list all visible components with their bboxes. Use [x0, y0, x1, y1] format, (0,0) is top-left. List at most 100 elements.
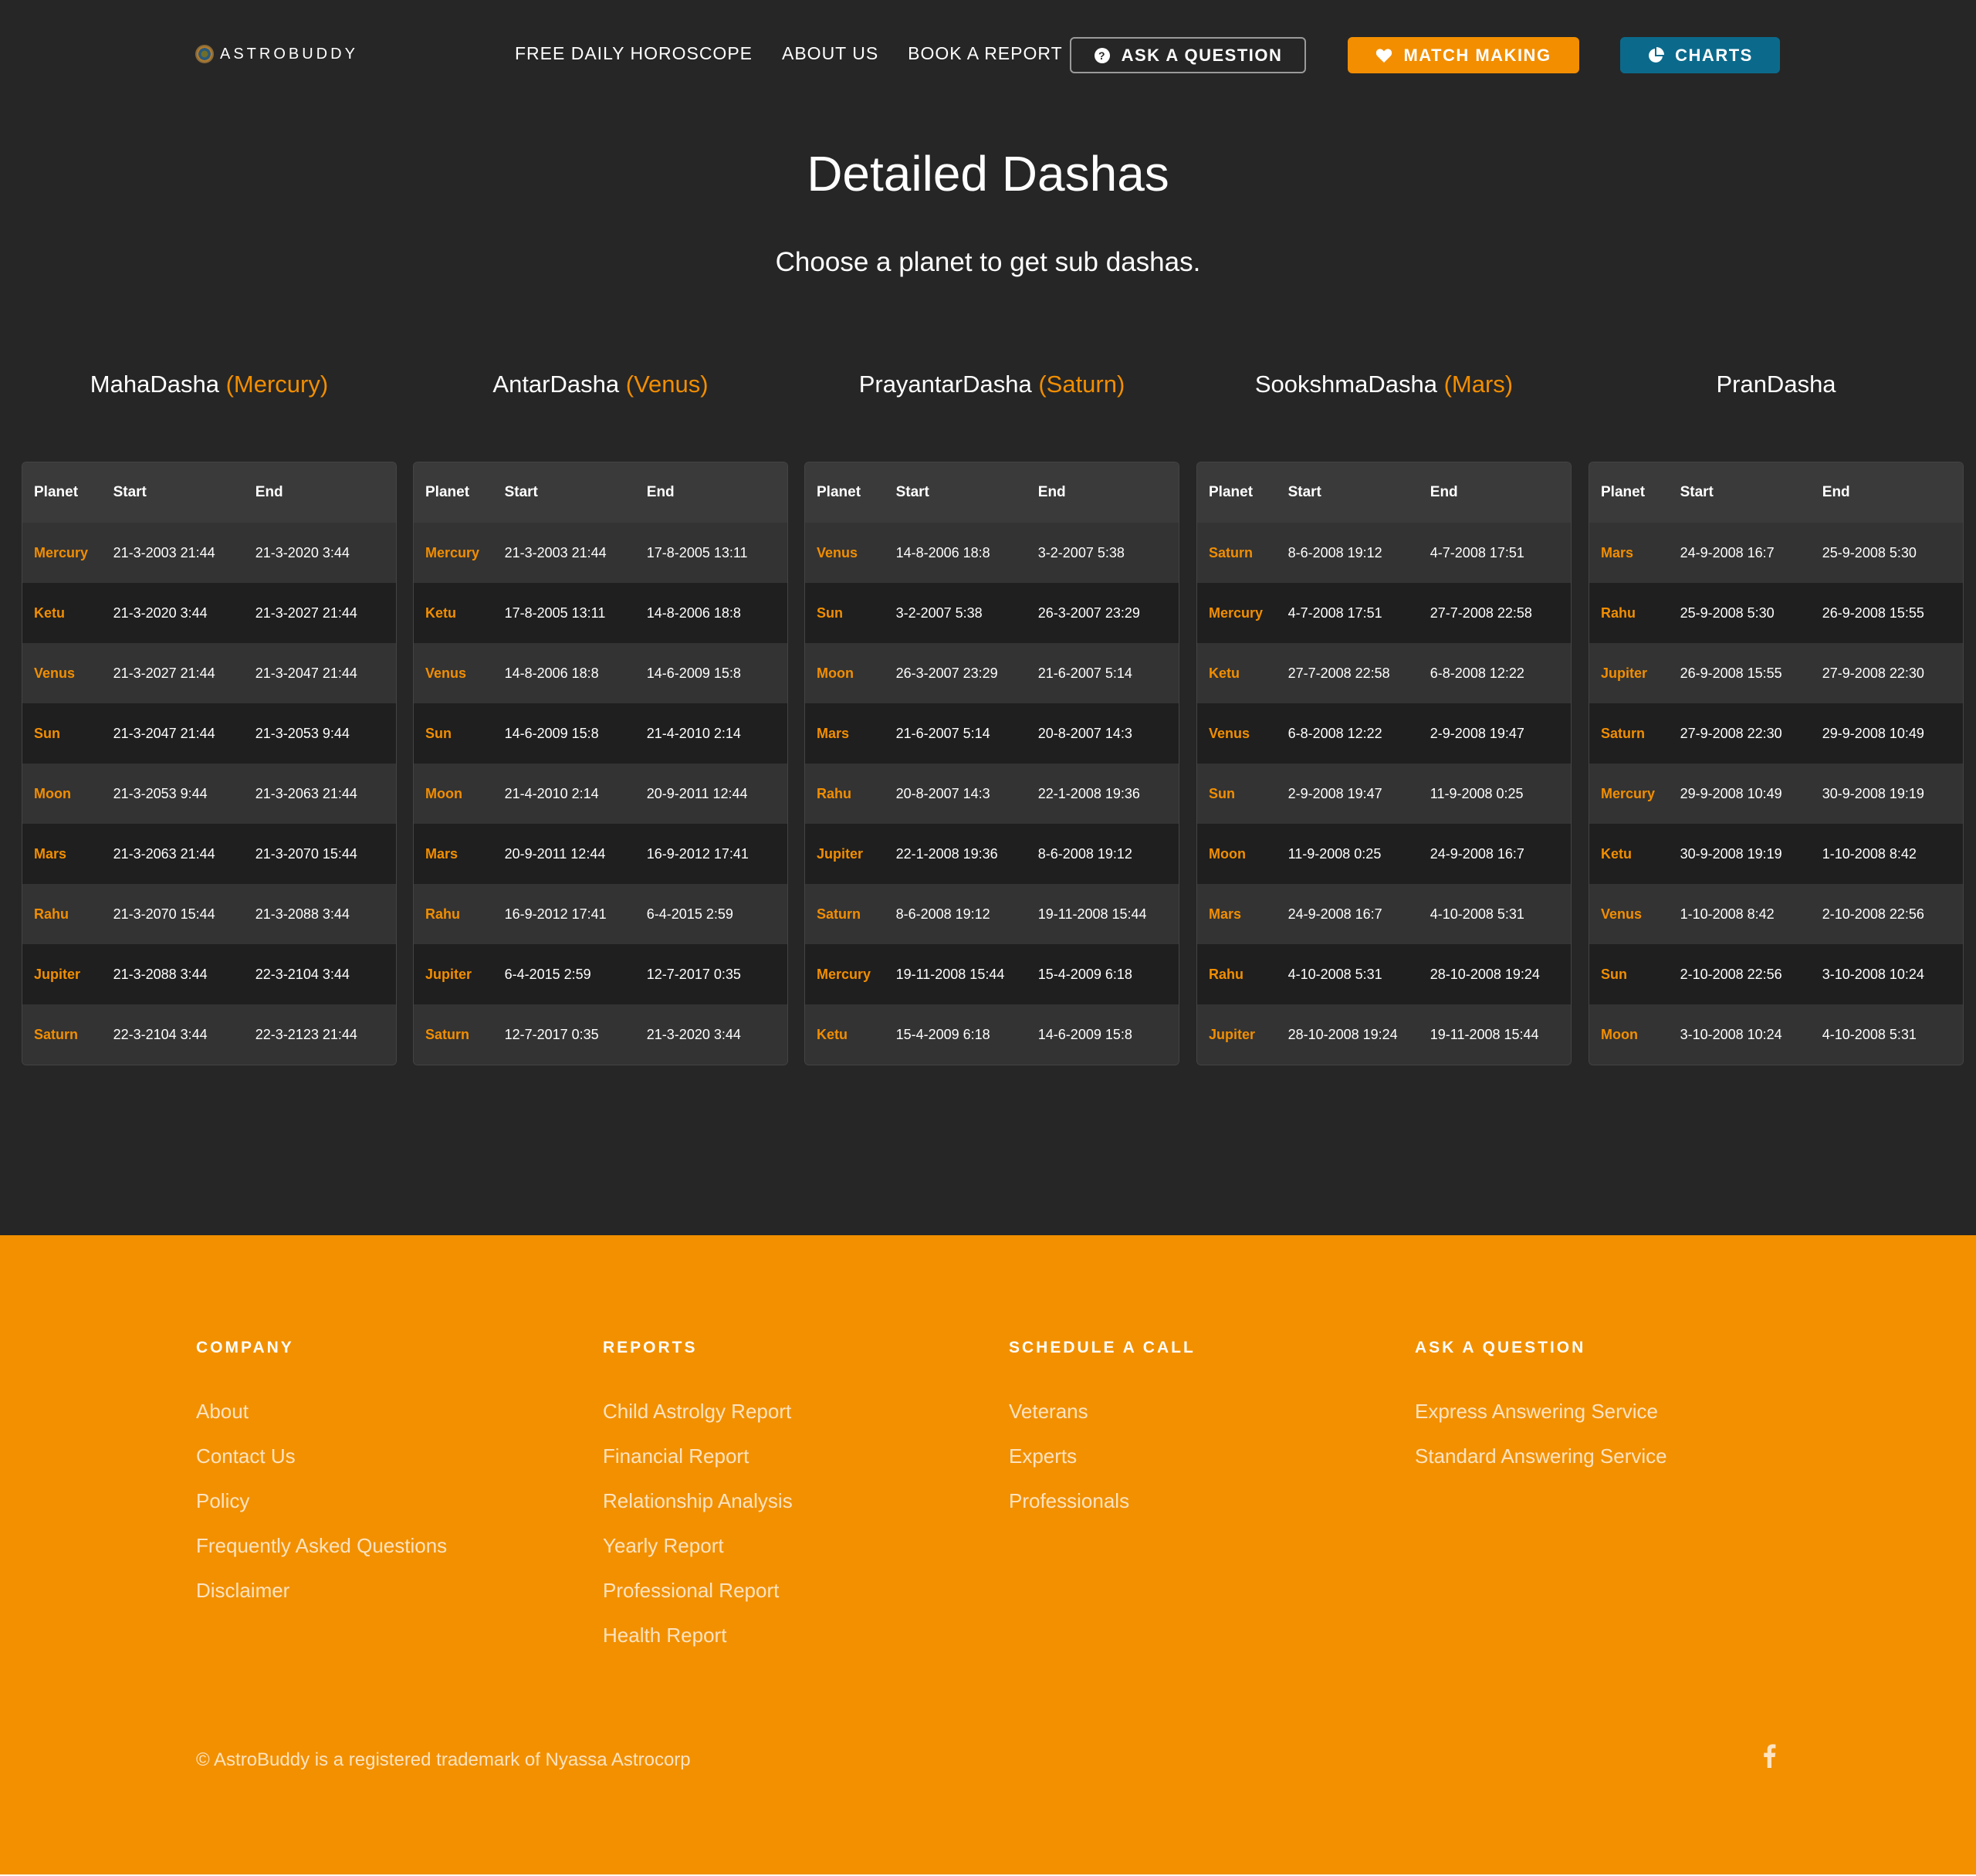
planet-cell[interactable]: Mercury	[1197, 605, 1288, 621]
table-row[interactable]: Mercury 21-3-2003 21:44 21-3-2020 3:44	[22, 523, 396, 583]
planet-cell[interactable]: Moon	[22, 786, 113, 802]
planet-cell[interactable]: Saturn	[805, 906, 896, 923]
planet-cell[interactable]: Rahu	[22, 906, 113, 923]
table-row[interactable]: Venus 21-3-2027 21:44 21-3-2047 21:44	[22, 643, 396, 703]
table-row[interactable]: Saturn 8-6-2008 19:12 4-7-2008 17:51	[1197, 523, 1571, 583]
footer-link[interactable]: Frequently Asked Questions	[196, 1534, 447, 1579]
planet-cell[interactable]: Rahu	[1589, 605, 1680, 621]
planet-cell[interactable]: Saturn	[414, 1027, 505, 1043]
table-row[interactable]: Mars 24-9-2008 16:7 4-10-2008 5:31	[1197, 884, 1571, 944]
table-row[interactable]: Saturn 8-6-2008 19:12 19-11-2008 15:44	[805, 884, 1179, 944]
table-row[interactable]: Moon 11-9-2008 0:25 24-9-2008 16:7	[1197, 824, 1571, 884]
table-row[interactable]: Rahu 20-8-2007 14:3 22-1-2008 19:36	[805, 764, 1179, 824]
planet-cell[interactable]: Moon	[414, 786, 505, 802]
table-row[interactable]: Moon 26-3-2007 23:29 21-6-2007 5:14	[805, 643, 1179, 703]
table-row[interactable]: Mercury 19-11-2008 15:44 15-4-2009 6:18	[805, 944, 1179, 1004]
table-row[interactable]: Mars 21-6-2007 5:14 20-8-2007 14:3	[805, 703, 1179, 764]
footer-link[interactable]: Veterans	[1009, 1400, 1196, 1444]
planet-cell[interactable]: Venus	[22, 665, 113, 682]
footer-link[interactable]: Yearly Report	[603, 1534, 793, 1579]
footer-link[interactable]: Standard Answering Service	[1415, 1444, 1667, 1489]
table-row[interactable]: Ketu 21-3-2020 3:44 21-3-2027 21:44	[22, 583, 396, 643]
nav-book-a-report[interactable]: BOOK A REPORT	[908, 43, 1062, 64]
table-row[interactable]: Mercury 4-7-2008 17:51 27-7-2008 22:58	[1197, 583, 1571, 643]
planet-cell[interactable]: Saturn	[1197, 545, 1288, 561]
table-row[interactable]: Ketu 30-9-2008 19:19 1-10-2008 8:42	[1589, 824, 1963, 884]
footer-link[interactable]: Health Report	[603, 1624, 793, 1668]
planet-cell[interactable]: Rahu	[1197, 967, 1288, 983]
table-row[interactable]: Mercury 21-3-2003 21:44 17-8-2005 13:11	[414, 523, 787, 583]
table-row[interactable]: Sun 21-3-2047 21:44 21-3-2053 9:44	[22, 703, 396, 764]
table-row[interactable]: Moon 21-3-2053 9:44 21-3-2063 21:44	[22, 764, 396, 824]
footer-link[interactable]: Express Answering Service	[1415, 1400, 1667, 1444]
match-making-button[interactable]: MATCH MAKING	[1348, 37, 1579, 73]
table-row[interactable]: Rahu 4-10-2008 5:31 28-10-2008 19:24	[1197, 944, 1571, 1004]
ask-question-button[interactable]: ? ASK A QUESTION	[1070, 37, 1306, 73]
planet-cell[interactable]: Saturn	[1589, 726, 1680, 742]
planet-cell[interactable]: Venus	[1197, 726, 1288, 742]
table-row[interactable]: Mars 24-9-2008 16:7 25-9-2008 5:30	[1589, 523, 1963, 583]
table-row[interactable]: Saturn 12-7-2017 0:35 21-3-2020 3:44	[414, 1004, 787, 1065]
charts-button[interactable]: CHARTS	[1620, 37, 1780, 73]
planet-cell[interactable]: Sun	[1197, 786, 1288, 802]
table-row[interactable]: Rahu 21-3-2070 15:44 21-3-2088 3:44	[22, 884, 396, 944]
planet-cell[interactable]: Mars	[805, 726, 896, 742]
planet-cell[interactable]: Ketu	[805, 1027, 896, 1043]
planet-cell[interactable]: Jupiter	[414, 967, 505, 983]
table-row[interactable]: Venus 14-8-2006 18:8 3-2-2007 5:38	[805, 523, 1179, 583]
planet-cell[interactable]: Jupiter	[22, 967, 113, 983]
footer-link[interactable]: Financial Report	[603, 1444, 793, 1489]
planet-cell[interactable]: Mercury	[1589, 786, 1680, 802]
footer-link[interactable]: Child Astrolgy Report	[603, 1400, 793, 1444]
planet-cell[interactable]: Moon	[805, 665, 896, 682]
planet-cell[interactable]: Mars	[22, 846, 113, 862]
nav-free-daily-horoscope[interactable]: FREE DAILY HOROSCOPE	[515, 43, 753, 64]
table-row[interactable]: Ketu 27-7-2008 22:58 6-8-2008 12:22	[1197, 643, 1571, 703]
planet-cell[interactable]: Sun	[805, 605, 896, 621]
table-row[interactable]: Jupiter 21-3-2088 3:44 22-3-2104 3:44	[22, 944, 396, 1004]
planet-cell[interactable]: Sun	[22, 726, 113, 742]
nav-about-us[interactable]: ABOUT US	[782, 43, 878, 64]
planet-cell[interactable]: Mercury	[414, 545, 505, 561]
footer-link[interactable]: Disclaimer	[196, 1579, 447, 1624]
logo[interactable]: ASTROBUDDY	[195, 45, 358, 63]
planet-cell[interactable]: Jupiter	[1589, 665, 1680, 682]
table-row[interactable]: Jupiter 6-4-2015 2:59 12-7-2017 0:35	[414, 944, 787, 1004]
planet-cell[interactable]: Venus	[1589, 906, 1680, 923]
planet-cell[interactable]: Mars	[414, 846, 505, 862]
table-row[interactable]: Ketu 17-8-2005 13:11 14-8-2006 18:8	[414, 583, 787, 643]
table-row[interactable]: Moon 3-10-2008 10:24 4-10-2008 5:31	[1589, 1004, 1963, 1065]
table-row[interactable]: Ketu 15-4-2009 6:18 14-6-2009 15:8	[805, 1004, 1179, 1065]
planet-cell[interactable]: Rahu	[805, 786, 896, 802]
footer-link[interactable]: Contact Us	[196, 1444, 447, 1489]
table-row[interactable]: Rahu 25-9-2008 5:30 26-9-2008 15:55	[1589, 583, 1963, 643]
table-row[interactable]: Saturn 27-9-2008 22:30 29-9-2008 10:49	[1589, 703, 1963, 764]
planet-cell[interactable]: Mercury	[22, 545, 113, 561]
footer-link[interactable]: Experts	[1009, 1444, 1196, 1489]
planet-cell[interactable]: Saturn	[22, 1027, 113, 1043]
table-row[interactable]: Jupiter 28-10-2008 19:24 19-11-2008 15:44	[1197, 1004, 1571, 1065]
table-row[interactable]: Sun 14-6-2009 15:8 21-4-2010 2:14	[414, 703, 787, 764]
table-row[interactable]: Jupiter 26-9-2008 15:55 27-9-2008 22:30	[1589, 643, 1963, 703]
planet-cell[interactable]: Moon	[1589, 1027, 1680, 1043]
planet-cell[interactable]: Jupiter	[805, 846, 896, 862]
table-row[interactable]: Rahu 16-9-2012 17:41 6-4-2015 2:59	[414, 884, 787, 944]
table-row[interactable]: Mars 20-9-2011 12:44 16-9-2012 17:41	[414, 824, 787, 884]
table-row[interactable]: Mars 21-3-2063 21:44 21-3-2070 15:44	[22, 824, 396, 884]
footer-link[interactable]: Professionals	[1009, 1489, 1196, 1534]
planet-cell[interactable]: Ketu	[1589, 846, 1680, 862]
planet-cell[interactable]: Sun	[414, 726, 505, 742]
planet-cell[interactable]: Ketu	[414, 605, 505, 621]
table-row[interactable]: Mercury 29-9-2008 10:49 30-9-2008 19:19	[1589, 764, 1963, 824]
planet-cell[interactable]: Venus	[414, 665, 505, 682]
planet-cell[interactable]: Mercury	[805, 967, 896, 983]
planet-cell[interactable]: Jupiter	[1197, 1027, 1288, 1043]
planet-cell[interactable]: Moon	[1197, 846, 1288, 862]
table-row[interactable]: Sun 2-10-2008 22:56 3-10-2008 10:24	[1589, 944, 1963, 1004]
footer-link[interactable]: Relationship Analysis	[603, 1489, 793, 1534]
planet-cell[interactable]: Rahu	[414, 906, 505, 923]
table-row[interactable]: Sun 3-2-2007 5:38 26-3-2007 23:29	[805, 583, 1179, 643]
planet-cell[interactable]: Venus	[805, 545, 896, 561]
planet-cell[interactable]: Mars	[1589, 545, 1680, 561]
footer-link[interactable]: Professional Report	[603, 1579, 793, 1624]
